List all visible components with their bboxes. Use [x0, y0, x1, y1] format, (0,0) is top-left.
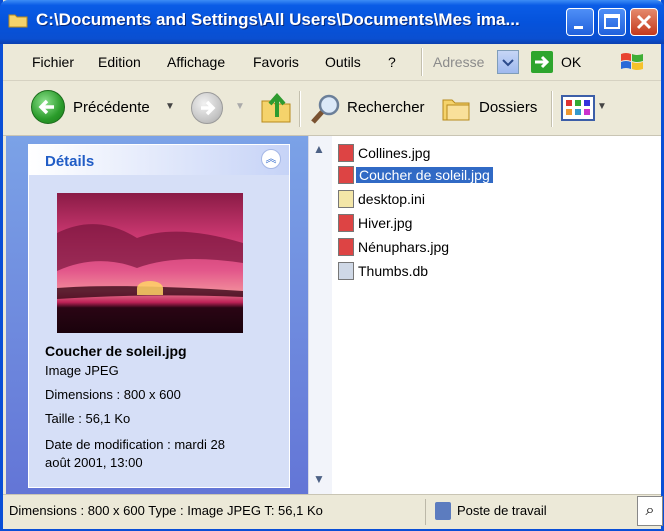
back-arrow-icon	[38, 99, 54, 115]
scroll-up-icon[interactable]: ▲	[313, 142, 325, 156]
menu-fichier[interactable]: Fichier	[32, 54, 74, 70]
search-label[interactable]: Rechercher	[347, 99, 425, 116]
chevron-down-icon	[502, 59, 514, 67]
sunset-thumbnail	[57, 224, 243, 299]
folder-up-icon[interactable]	[259, 89, 293, 125]
scroll-down-icon[interactable]: ▼	[313, 472, 325, 486]
window-title: C:\Documents and Settings\All Users\Docu…	[36, 10, 520, 29]
folders-icon[interactable]	[441, 92, 473, 124]
toolbar-separator-2	[551, 91, 552, 127]
minimize-icon	[574, 26, 583, 29]
back-label[interactable]: Précédente	[73, 99, 150, 116]
menu-affichage[interactable]: Affichage	[167, 54, 225, 70]
menu-separator	[421, 48, 422, 76]
address-label: Adresse	[433, 54, 485, 70]
collapse-icon: ︽	[265, 153, 277, 165]
go-button[interactable]	[531, 51, 553, 73]
go-arrow-icon	[535, 55, 550, 69]
forward-arrow-icon	[201, 100, 216, 116]
menu-bar: Fichier Edition Affichage Favoris Outils…	[3, 44, 661, 81]
minimize-button[interactable]	[566, 8, 594, 36]
file-name: Coucher de soleil.jpg	[356, 167, 493, 183]
search-icon[interactable]	[309, 91, 345, 127]
status-bar: Dimensions : 800 x 600 Type : Image JPEG…	[3, 494, 661, 529]
jpg-file-icon	[338, 214, 354, 232]
file-name: Nénuphars.jpg	[358, 239, 450, 255]
detail-file-name: Coucher de soleil.jpg	[45, 343, 187, 359]
menu-edition[interactable]: Edition	[98, 54, 141, 70]
jpg-file-icon	[338, 144, 354, 162]
menu-help[interactable]: ?	[388, 54, 396, 70]
file-name: Collines.jpg	[358, 145, 431, 161]
sun-shape	[137, 281, 163, 295]
collapse-button[interactable]: ︽	[261, 149, 281, 169]
menu-outils[interactable]: Outils	[325, 54, 361, 70]
windows-logo-icon	[621, 53, 643, 70]
toolbar-separator-1	[299, 91, 300, 127]
detail-size: Taille : 56,1 Ko	[45, 411, 131, 426]
detail-modified-line2: août 2001, 13:00	[45, 455, 143, 470]
detail-modified-line1: Date de modification : mardi 28	[45, 437, 225, 452]
status-location: Poste de travail	[457, 503, 547, 518]
back-button[interactable]	[31, 90, 65, 124]
menu-favoris[interactable]: Favoris	[253, 54, 299, 70]
views-icon[interactable]	[561, 95, 595, 121]
task-pane: Détails ︽ Coucher de soleil.jpg Image JP…	[6, 136, 308, 496]
details-title: Détails	[45, 153, 95, 170]
folder-icon	[8, 14, 28, 28]
task-pane-scrollbar[interactable]: ▲ ▼	[308, 136, 332, 494]
file-name: desktop.ini	[358, 191, 425, 207]
jpg-file-icon	[338, 238, 354, 256]
forward-dropdown-caret[interactable]: ▼	[235, 101, 245, 112]
file-name: Hiver.jpg	[358, 215, 413, 231]
address-dropdown-button[interactable]	[497, 50, 519, 74]
back-dropdown-caret[interactable]: ▼	[165, 101, 175, 112]
image-preview	[57, 193, 243, 333]
maximize-button[interactable]	[598, 8, 626, 36]
details-header[interactable]: Détails ︽	[29, 145, 289, 175]
file-list[interactable]: Collines.jpg Coucher de soleil.jpg deskt…	[332, 136, 661, 494]
status-details: Dimensions : 800 x 600 Type : Image JPEG…	[9, 503, 323, 518]
detail-file-type: Image JPEG	[45, 363, 119, 378]
maximize-icon	[604, 14, 620, 29]
status-separator	[425, 499, 426, 525]
toolbar: Précédente ▼ ▼ Rechercher Dossiers ▼	[3, 81, 661, 136]
go-label[interactable]: OK	[561, 54, 581, 70]
computer-icon	[435, 502, 451, 520]
jpg-file-icon	[338, 166, 354, 184]
forward-button[interactable]	[191, 92, 223, 124]
ini-file-icon	[338, 190, 354, 208]
folders-label[interactable]: Dossiers	[479, 99, 537, 116]
title-bar[interactable]: C:\Documents and Settings\All Users\Docu…	[0, 0, 664, 44]
file-name: Thumbs.db	[358, 263, 429, 279]
detail-dimensions: Dimensions : 800 x 600	[45, 387, 181, 402]
details-panel: Détails ︽ Coucher de soleil.jpg Image JP…	[28, 144, 290, 488]
explorer-window: C:\Documents and Settings\All Users\Docu…	[0, 0, 664, 531]
db-file-icon	[338, 262, 354, 280]
close-button[interactable]	[630, 8, 658, 36]
magnifier-icon[interactable]: ⌕	[637, 496, 663, 526]
views-dropdown-caret[interactable]: ▼	[597, 101, 607, 112]
close-icon	[636, 14, 652, 30]
